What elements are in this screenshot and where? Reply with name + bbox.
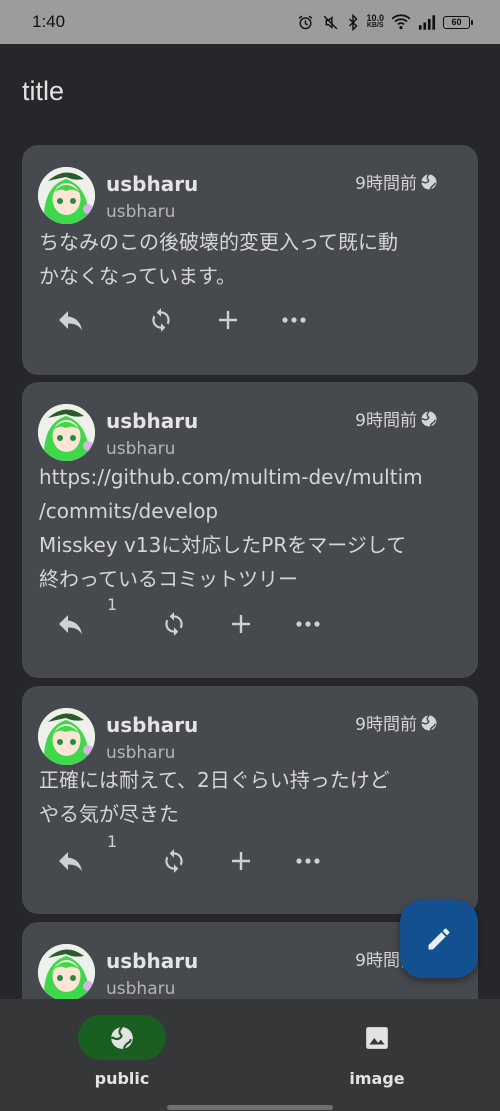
nav-item-public[interactable]: public [52, 1015, 192, 1105]
signal-icon [418, 14, 436, 30]
page-title: title [22, 76, 65, 106]
more-button[interactable] [279, 305, 309, 335]
username[interactable]: usbharu [106, 409, 198, 433]
reply-icon [59, 311, 82, 331]
nav-label: image [349, 1069, 405, 1088]
more-icon [282, 317, 306, 323]
globe-icon [110, 1025, 133, 1049]
avatar-image [38, 944, 95, 1001]
renote-icon [152, 308, 170, 332]
more-icon [296, 621, 320, 627]
alarm-icon [299, 15, 313, 29]
bottom-navigation: public image [0, 999, 500, 1111]
avatar[interactable] [38, 708, 95, 765]
network-speed-unit: KB/S [366, 22, 384, 29]
reaction-button[interactable] [213, 305, 243, 335]
more-icon [296, 858, 320, 864]
nav-label: public [94, 1069, 150, 1088]
avatar-image [38, 167, 95, 224]
reply-button[interactable] [56, 609, 86, 639]
status-time: 1:40 [32, 12, 66, 31]
renote-button[interactable] [159, 609, 189, 639]
note-time: 9時間前 [355, 411, 417, 431]
mute-icon [324, 15, 338, 29]
home-indicator[interactable] [167, 1105, 333, 1110]
pencil-icon [428, 928, 450, 950]
avatar[interactable] [38, 404, 95, 461]
reaction-button[interactable] [226, 609, 256, 639]
avatar-image [38, 708, 95, 765]
note-time: 9時間前 [355, 174, 417, 194]
plus-icon [219, 311, 237, 329]
battery-icon: 60 [443, 15, 473, 29]
app-bar: title [0, 44, 500, 139]
note-text: ちなみのこの後破壊的変更入って既に動 かなくなっています。 [39, 230, 398, 288]
avatar[interactable] [38, 944, 95, 1001]
user-handle: usbharu [106, 743, 176, 763]
network-speed: 10.0 KB/S [366, 14, 384, 30]
note-time: 9時間前 [355, 715, 417, 735]
network-speed-value: 10.0 [366, 13, 384, 23]
globe-icon [421, 173, 437, 190]
note-meta: 9時間前 [355, 710, 438, 735]
username[interactable]: usbharu [106, 949, 198, 973]
note-actions [56, 846, 320, 876]
username[interactable]: usbharu [106, 713, 198, 737]
nav-indicator [78, 1015, 166, 1060]
avatar[interactable] [38, 167, 95, 224]
user-handle: usbharu [106, 439, 176, 459]
reply-button[interactable] [56, 305, 86, 335]
reaction-button[interactable] [226, 846, 256, 876]
nav-item-image[interactable]: image [307, 1015, 447, 1105]
image-icon [366, 1026, 388, 1049]
reply-icon [59, 615, 82, 635]
username[interactable]: usbharu [106, 172, 198, 196]
renote-button[interactable] [159, 846, 189, 876]
bluetooth-icon [349, 13, 359, 31]
avatar-image [38, 404, 95, 461]
note-text[interactable]: https://github.com/multim-dev/multim /co… [39, 460, 459, 596]
user-handle: usbharu [106, 979, 176, 999]
note-text: 正確には耐えて、2日ぐらい持ったけど やる気が尽きた [39, 768, 390, 826]
note-card[interactable]: usbharu usbharu 9時間前 正確には耐えて、2日ぐらい持ったけど … [22, 686, 478, 914]
renote-icon [165, 849, 183, 873]
status-icons: 10.0 KB/S 60 [297, 13, 473, 31]
more-button[interactable] [293, 846, 323, 876]
note-card[interactable]: usbharu usbharu 9時間前 ちなみのこの後破壊的変更入って既に動 … [22, 145, 478, 375]
renote-button[interactable] [146, 305, 176, 335]
compose-button[interactable] [400, 900, 478, 978]
note-actions [56, 305, 316, 335]
plus-icon [232, 852, 250, 870]
plus-icon [232, 615, 250, 633]
renote-icon [165, 612, 183, 636]
globe-icon [421, 410, 437, 427]
note-meta: 9時間前 [355, 406, 438, 431]
battery-level: 60 [451, 17, 462, 27]
reply-icon [59, 852, 82, 872]
note-card[interactable]: usbharu usbharu 9時間前 https://github.com/… [22, 382, 478, 678]
wifi-icon [391, 14, 411, 30]
reply-button[interactable] [56, 846, 86, 876]
note-actions [56, 609, 320, 639]
user-handle: usbharu [106, 202, 176, 222]
nav-indicator [333, 1015, 421, 1060]
more-button[interactable] [293, 609, 323, 639]
note-meta: 9時間前 [355, 169, 438, 194]
globe-icon [421, 714, 437, 731]
status-bar: 1:40 10.0 KB/S 60 [0, 0, 500, 44]
